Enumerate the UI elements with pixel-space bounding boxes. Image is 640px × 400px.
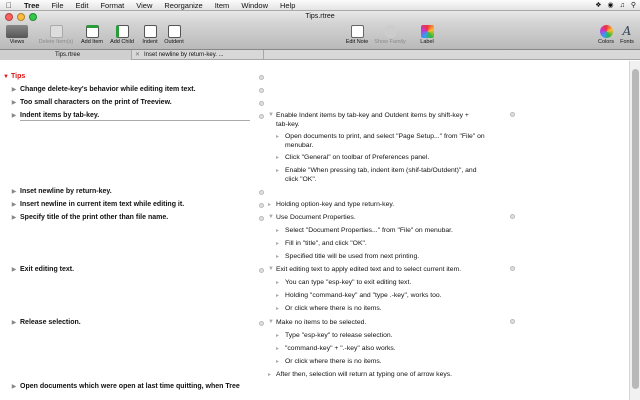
note-bullet-icon: ▸: [276, 306, 280, 312]
indent-button[interactable]: Indent: [139, 24, 161, 49]
show-family-button[interactable]: Show Family: [372, 24, 408, 49]
note-bullet-icon: ▸: [268, 202, 272, 208]
add-item-icon: [85, 25, 99, 38]
close-tab-icon[interactable]: ✕: [135, 50, 140, 60]
list-item[interactable]: ▼ Tips: [0, 71, 629, 83]
list-item[interactable]: ▶ Inset newline by return-key.: [0, 186, 629, 198]
note-marker-icon: [259, 75, 264, 80]
menu-help[interactable]: Help: [274, 1, 301, 10]
menu-edit[interactable]: Edit: [70, 1, 95, 10]
note-bullet-icon: ▸: [276, 280, 280, 286]
edit-note-button[interactable]: Edit Note: [343, 24, 371, 49]
list-item[interactable]: ▶ Change delete-key's behavior while edi…: [0, 84, 629, 96]
add-child-button[interactable]: Add Child: [107, 24, 137, 49]
disclosure-triangle-icon[interactable]: ▶: [10, 97, 18, 109]
tab-inset-newline[interactable]: ✕ Inset newline by return-key. ...: [132, 50, 264, 60]
show-family-icon: [383, 25, 397, 38]
note-marker-icon: [510, 266, 515, 271]
delete-items-button[interactable]: Delete Item(s): [36, 24, 76, 49]
menu-window[interactable]: Window: [235, 1, 274, 10]
disclosure-triangle-icon[interactable]: ▶: [10, 212, 18, 224]
menu-format[interactable]: Format: [94, 1, 130, 10]
menu-view[interactable]: View: [130, 1, 158, 10]
note-bullet-icon: ▸: [276, 333, 280, 339]
note-marker-icon: [510, 112, 515, 117]
note-bullet-icon: ▼: [268, 266, 274, 272]
scrollbar-thumb[interactable]: [632, 69, 639, 389]
menu-item[interactable]: Item: [209, 1, 236, 10]
note-marker-icon: [259, 216, 264, 221]
bluetooth-icon[interactable]: ❖: [595, 1, 601, 9]
add-item-button[interactable]: Add Item: [78, 24, 106, 49]
outline-view: ▼ Tips ▶ Change delete-key's behavior wh…: [0, 61, 629, 400]
add-child-icon: [115, 25, 129, 38]
menu-bar:  Tree File Edit Format View Reorganize …: [0, 0, 640, 11]
list-item[interactable]: ▶ Too small characters on the print of T…: [0, 97, 629, 109]
note-marker-icon: [259, 114, 264, 119]
menu-file[interactable]: File: [45, 1, 69, 10]
colors-icon: [599, 25, 613, 38]
note-marker-icon: [259, 203, 264, 208]
menu-reorganize[interactable]: Reorganize: [158, 1, 208, 10]
edit-underline: [20, 120, 250, 121]
disclosure-triangle-icon[interactable]: ▶: [10, 110, 18, 122]
volume-icon[interactable]: ♫: [620, 2, 625, 9]
note-bullet-icon: ▸: [268, 372, 272, 378]
note-bullet-icon: ▸: [276, 228, 280, 234]
list-item[interactable]: ▶ Open documents which were open at last…: [0, 381, 629, 393]
note-marker-icon: [259, 268, 264, 273]
outdent-icon: [167, 25, 181, 38]
views-button[interactable]: Views: [2, 24, 32, 49]
fonts-button[interactable]: A Fonts: [616, 24, 638, 49]
disclosure-triangle-icon[interactable]: ▶: [10, 264, 18, 276]
tab-tips[interactable]: Tips.rtree: [0, 50, 132, 60]
close-window-icon[interactable]: [5, 13, 13, 21]
disclosure-triangle-icon[interactable]: ▶: [10, 199, 18, 211]
vertical-scrollbar[interactable]: [629, 61, 640, 400]
delete-icon: [49, 25, 63, 38]
label-button[interactable]: Label: [416, 24, 438, 49]
disclosure-triangle-icon[interactable]: ▶: [10, 381, 18, 393]
note-marker-icon: [259, 101, 264, 106]
tab-bar: Tips.rtree ✕ Inset newline by return-key…: [0, 50, 640, 60]
window-title: Tips.rtree: [305, 13, 335, 20]
note-marker-icon: [510, 319, 515, 324]
note-bullet-icon: ▼: [268, 319, 274, 325]
zoom-window-icon[interactable]: [29, 13, 37, 21]
note-bullet-icon: ▼: [268, 214, 274, 220]
minimize-window-icon[interactable]: [17, 13, 25, 21]
disclosure-triangle-icon[interactable]: ▶: [10, 317, 18, 329]
note-bullet-icon: ▼: [268, 112, 274, 118]
note-bullet-icon: ▸: [276, 293, 280, 299]
disclosure-triangle-icon[interactable]: ▶: [10, 84, 18, 96]
views-icon: [6, 25, 28, 38]
disclosure-triangle-icon[interactable]: ▶: [10, 186, 18, 198]
note-bullet-icon: ▸: [276, 155, 280, 161]
wifi-icon[interactable]: ◉: [608, 1, 614, 9]
disclosure-triangle-icon[interactable]: ▼: [2, 71, 10, 83]
toolbar: Views Delete Item(s) Add Item Add Child …: [0, 23, 640, 50]
note-bullet-icon: ▸: [276, 134, 280, 140]
note-bullet-icon: ▸: [276, 346, 280, 352]
outdent-button[interactable]: Outdent: [161, 24, 187, 49]
note-bullet-icon: ▸: [276, 241, 280, 247]
note-bullet-icon: ▸: [276, 168, 280, 174]
colors-button[interactable]: Colors: [594, 24, 618, 49]
indent-icon: [143, 25, 157, 38]
menu-tree[interactable]: Tree: [18, 1, 45, 10]
note-marker-icon: [259, 321, 264, 326]
spotlight-search-icon[interactable]: ⚲: [631, 1, 636, 9]
fonts-icon: A: [622, 24, 632, 38]
apple-menu-icon[interactable]: : [0, 1, 18, 10]
note-bullet-icon: ▸: [276, 359, 280, 365]
note-bullet-icon: ▸: [276, 254, 280, 260]
note-marker-icon: [259, 190, 264, 195]
note-marker-icon: [259, 88, 264, 93]
label-icon: [420, 25, 434, 38]
window-title-bar: Tips.rtree: [0, 11, 640, 23]
edit-note-icon: [350, 25, 364, 38]
note-marker-icon: [510, 214, 515, 219]
